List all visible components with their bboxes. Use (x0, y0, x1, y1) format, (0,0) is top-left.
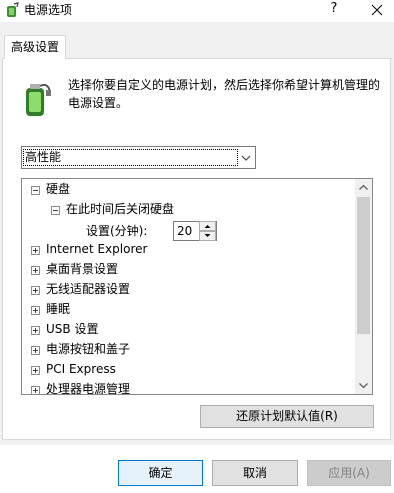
close-icon (371, 4, 383, 16)
expand-toggle[interactable] (31, 366, 40, 375)
battery-plug-icon (26, 83, 51, 116)
collapse-toggle[interactable] (31, 186, 40, 195)
chevron-down-icon (241, 155, 251, 161)
description-text: 选择你要自定义的电源计划，然后选择你希望计算机管理的电源设置。 (68, 78, 381, 110)
expand-toggle[interactable] (31, 286, 40, 295)
tree-item-power-buttons-lid[interactable]: 电源按钮和盖子 (46, 339, 130, 359)
scrollbar-thumb[interactable] (357, 197, 370, 334)
tab-advanced-settings[interactable]: 高级设置 (4, 35, 66, 59)
power-plan-value: 高性能 (23, 149, 238, 166)
chevron-up-icon (204, 225, 211, 228)
tree-item-processor-power[interactable]: 处理器电源管理 (46, 379, 130, 394)
tree-item-usb[interactable]: USB 设置 (46, 319, 98, 339)
chevron-down-icon (204, 234, 211, 237)
help-label: ? (330, 1, 338, 16)
restore-defaults-button[interactable]: 还原计划默认值(R) (200, 405, 374, 428)
stepper-up-button[interactable] (199, 221, 216, 231)
close-button[interactable] (362, 0, 392, 20)
ok-button[interactable]: 确定 (118, 460, 203, 486)
expand-toggle[interactable] (31, 326, 40, 335)
apply-button[interactable]: 应用(A) (307, 460, 391, 486)
cancel-button[interactable]: 取消 (212, 460, 298, 486)
tree-item-hard-disk[interactable]: 硬盘 (46, 179, 70, 199)
power-options-icon (7, 2, 19, 17)
tree-item-sleep[interactable]: 睡眠 (46, 299, 70, 319)
expand-toggle[interactable] (31, 346, 40, 355)
window-title: 电源选项 (24, 3, 73, 17)
tree-item-pci-express[interactable]: PCI Express (46, 359, 116, 379)
collapse-toggle[interactable] (51, 206, 60, 215)
tree-item-desktop-background[interactable]: 桌面背景设置 (46, 259, 118, 279)
minutes-value: 20 (177, 224, 193, 238)
tree-item-turn-off-hard-disk[interactable]: 在此时间后关闭硬盘 (66, 199, 174, 219)
scroll-down-icon[interactable] (355, 377, 372, 394)
expand-toggle[interactable] (31, 266, 40, 275)
help-button[interactable]: ? (324, 0, 344, 20)
expand-toggle[interactable] (31, 246, 40, 255)
settings-tree[interactable]: 硬盘 在此时间后关闭硬盘 设置(分钟): 20 Internet Explore… (21, 178, 373, 395)
expand-toggle[interactable] (31, 386, 40, 394)
expand-toggle[interactable] (31, 306, 40, 315)
title-bar: 电源选项 ? (0, 0, 394, 22)
tree-item-wireless-adapter[interactable]: 无线适配器设置 (46, 279, 130, 299)
power-plan-select[interactable]: 高性能 (21, 146, 256, 169)
scroll-up-icon[interactable] (355, 179, 372, 196)
tree-item-internet-explorer[interactable]: Internet Explorer (46, 239, 147, 259)
stepper-buttons[interactable] (199, 221, 216, 241)
setting-label: 设置(分钟): (86, 224, 148, 238)
stepper-down-button[interactable] (199, 231, 216, 241)
